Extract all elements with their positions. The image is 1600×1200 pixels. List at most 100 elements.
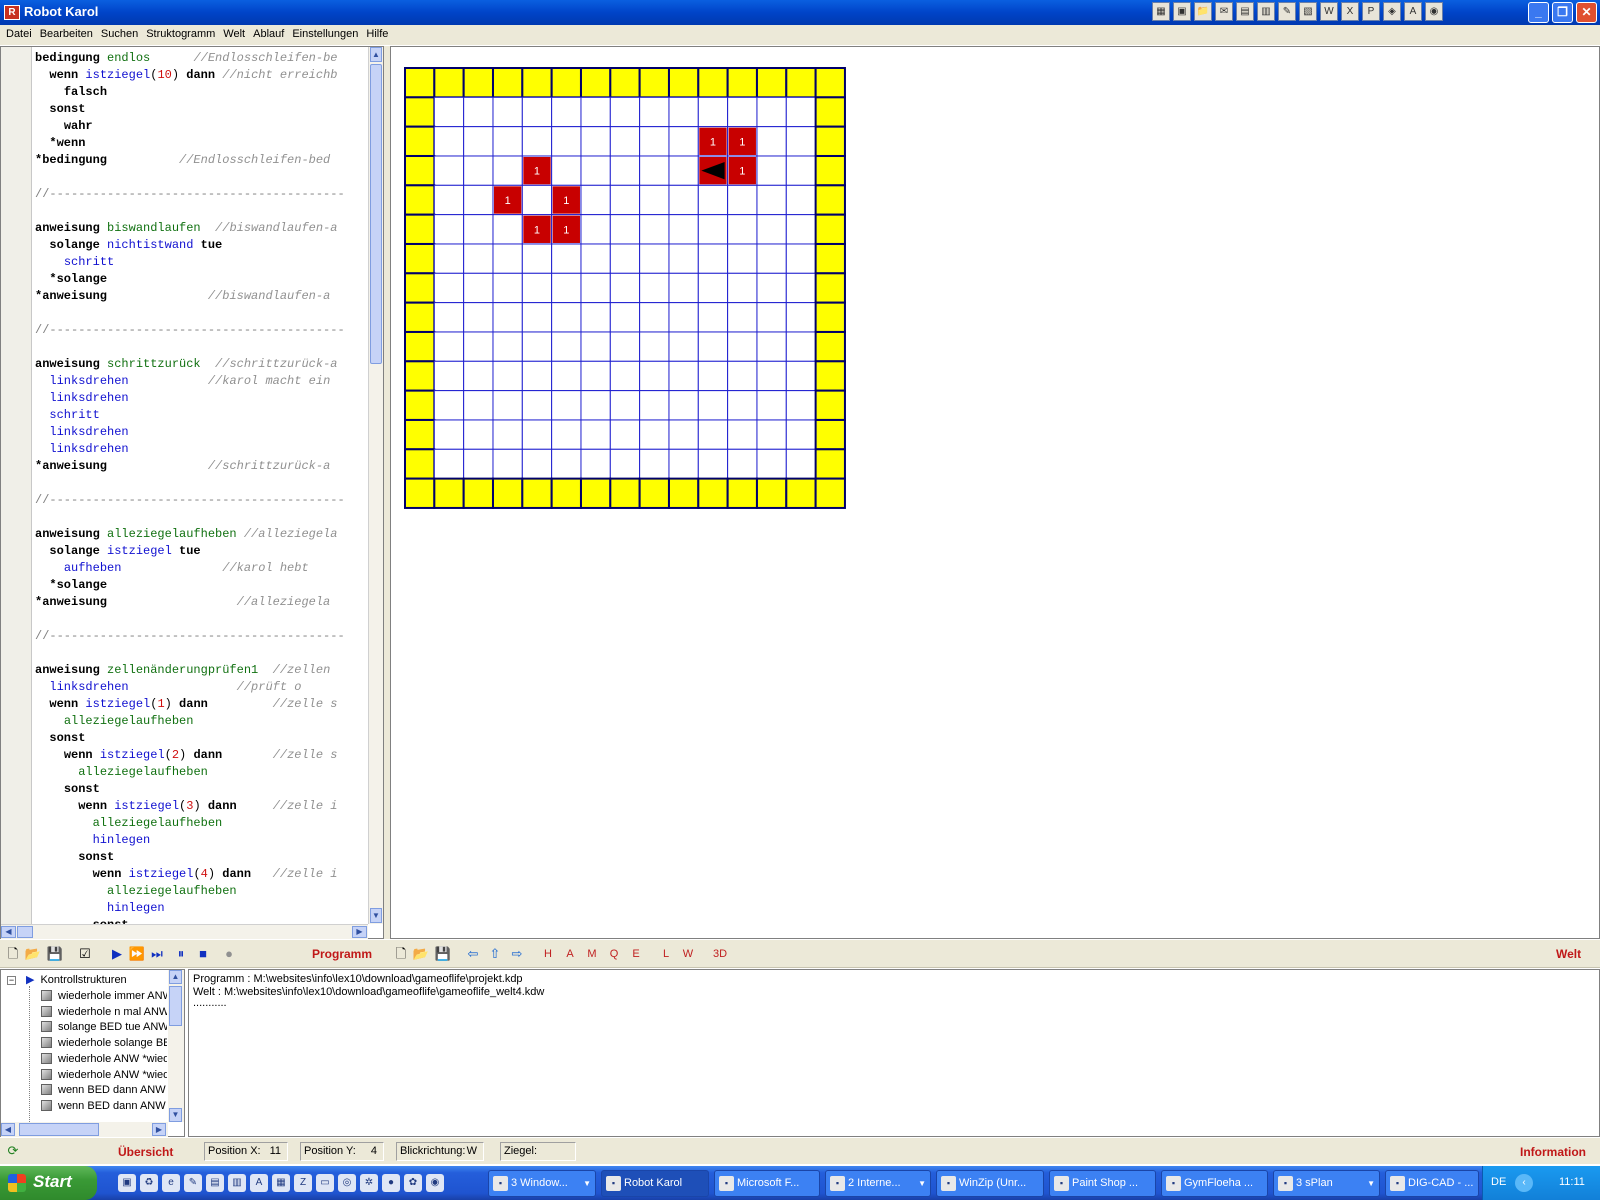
wall-cell[interactable] bbox=[697, 67, 729, 99]
wall-cell[interactable] bbox=[462, 477, 494, 509]
grid-cell[interactable] bbox=[785, 96, 817, 128]
grid-cell[interactable] bbox=[756, 184, 787, 216]
tree-horizontal-scrollbar[interactable]: ◀ ▶ bbox=[1, 1122, 168, 1137]
grid-cell[interactable] bbox=[492, 126, 523, 157]
grid-cell[interactable] bbox=[521, 272, 553, 304]
grid-cell[interactable] bbox=[697, 390, 729, 421]
word-icon[interactable]: W bbox=[1320, 2, 1338, 21]
code-line[interactable] bbox=[35, 645, 365, 662]
grid-cell[interactable] bbox=[463, 243, 494, 274]
tree-item[interactable]: wenn BED dann ANW bbox=[41, 1098, 167, 1114]
grid-cell[interactable] bbox=[580, 272, 611, 304]
grid-cell[interactable] bbox=[433, 96, 465, 128]
grid-cell[interactable] bbox=[639, 214, 670, 245]
fast-forward-icon[interactable]: ⏩ bbox=[128, 945, 146, 963]
powerpoint-icon[interactable]: P bbox=[1362, 2, 1380, 21]
pause-icon[interactable]: ⏸ bbox=[172, 945, 190, 963]
grid-cell[interactable] bbox=[463, 96, 494, 128]
grid-cell[interactable] bbox=[433, 272, 465, 304]
grid-cell[interactable] bbox=[639, 126, 670, 157]
grid-cell[interactable] bbox=[668, 390, 699, 421]
wall-cell[interactable] bbox=[462, 67, 494, 99]
grid-cell[interactable] bbox=[609, 184, 641, 216]
grid-cell[interactable] bbox=[463, 272, 494, 304]
wall-cell[interactable] bbox=[433, 67, 465, 99]
grid-cell[interactable] bbox=[580, 155, 611, 186]
grid-cell[interactable] bbox=[492, 419, 523, 450]
grid-cell[interactable] bbox=[492, 448, 523, 480]
code-line[interactable]: anweisung alleziegelaufheben //alleziege… bbox=[35, 526, 365, 543]
grid-cell[interactable] bbox=[609, 96, 641, 128]
grid-cell[interactable] bbox=[639, 96, 670, 128]
grid-cell[interactable] bbox=[727, 96, 758, 128]
code-line[interactable]: *solange bbox=[35, 577, 365, 594]
grid-cell[interactable] bbox=[580, 184, 611, 216]
task-button[interactable]: ▪ 2 Interne... ▼ bbox=[825, 1170, 931, 1197]
code-line[interactable]: anweisung zellenänderungprüfen1 //zellen bbox=[35, 662, 365, 679]
grid-cell[interactable] bbox=[580, 448, 611, 480]
grid-cell[interactable] bbox=[580, 214, 611, 245]
menu-bearbeiten[interactable]: Bearbeiten bbox=[36, 25, 97, 45]
stop-icon[interactable]: ● bbox=[382, 1174, 400, 1192]
wall-cell[interactable] bbox=[404, 154, 436, 187]
grid-cell[interactable] bbox=[785, 302, 817, 333]
close-button[interactable]: ✕ bbox=[1576, 2, 1597, 23]
grid-cell[interactable] bbox=[639, 302, 670, 333]
wall-cell[interactable] bbox=[404, 448, 436, 480]
grid-cell[interactable] bbox=[697, 214, 729, 245]
grid-cell[interactable] bbox=[756, 302, 787, 333]
code-line[interactable] bbox=[35, 475, 365, 492]
grid-cell[interactable] bbox=[668, 155, 699, 186]
info-panel[interactable]: Programm : M:\websites\info\lex10\downlo… bbox=[188, 969, 1600, 1137]
wall-cell[interactable] bbox=[404, 389, 436, 421]
grid-cell[interactable] bbox=[463, 360, 494, 392]
grid-cell[interactable] bbox=[785, 360, 817, 392]
wall-cell[interactable] bbox=[814, 448, 846, 480]
code-line[interactable]: *wenn bbox=[35, 135, 365, 152]
grid-cell[interactable] bbox=[785, 331, 817, 362]
tree-item[interactable]: wiederhole n mal ANW bbox=[41, 1004, 167, 1020]
scroll-thumb[interactable] bbox=[169, 986, 182, 1026]
tree-item[interactable]: wiederhole ANW *wied bbox=[41, 1067, 167, 1083]
grid-cell[interactable] bbox=[551, 448, 582, 480]
world-grid[interactable]: 1 1 1 1 1 1 1 1 bbox=[391, 47, 1599, 938]
tree-item[interactable]: solange BED tue ANW bbox=[41, 1019, 167, 1035]
grid-cell[interactable] bbox=[785, 419, 817, 450]
wall-cell[interactable] bbox=[521, 67, 553, 99]
grid-cell[interactable] bbox=[727, 184, 758, 216]
display-icon[interactable]: ▭ bbox=[316, 1174, 334, 1192]
play-icon[interactable]: ▶ bbox=[108, 945, 126, 963]
wall-cell[interactable] bbox=[814, 272, 846, 304]
task-button[interactable]: ▪ 3 sPlan ▼ bbox=[1273, 1170, 1380, 1197]
grid-cell[interactable] bbox=[756, 390, 787, 421]
code-line[interactable]: solange nichtistwand tue bbox=[35, 237, 365, 254]
grid-cell[interactable] bbox=[551, 272, 582, 304]
wall-cell[interactable] bbox=[404, 330, 436, 363]
code-line[interactable]: hinlegen bbox=[35, 900, 365, 917]
title-bar[interactable]: R Robot Karol ▦ ▣ 📁 ✉ ▤ ▥ ✎ ▧ W X P ◈ A ◉ _ ❐ ✕ bbox=[0, 0, 1600, 25]
step-forward-icon[interactable]: ⇧ bbox=[486, 945, 504, 963]
grid-cell[interactable] bbox=[785, 155, 817, 186]
turn-left-icon[interactable]: ⇦ bbox=[464, 945, 482, 963]
wall-cell[interactable] bbox=[814, 389, 846, 421]
grid-cell[interactable] bbox=[639, 390, 670, 421]
grid-cell[interactable] bbox=[551, 126, 582, 157]
code-line[interactable]: alleziegelaufheben bbox=[35, 764, 365, 781]
world-button-m[interactable]: M bbox=[584, 945, 600, 963]
grid-cell[interactable] bbox=[727, 390, 758, 421]
grid-cell[interactable] bbox=[492, 214, 523, 245]
grid-cell[interactable] bbox=[697, 272, 729, 304]
grid-cell[interactable] bbox=[756, 272, 787, 304]
grid-cell[interactable] bbox=[668, 360, 699, 392]
grid-cell[interactable] bbox=[727, 360, 758, 392]
code-line[interactable]: *anweisung //biswandlaufen-a bbox=[35, 288, 365, 305]
code-text[interactable]: bedingung endlos //Endlosschleifen-be we… bbox=[35, 50, 365, 924]
save-world-icon[interactable]: 💾 bbox=[434, 945, 452, 963]
wall-cell[interactable] bbox=[755, 477, 788, 509]
grid-cell[interactable] bbox=[697, 96, 729, 128]
grid-cell[interactable] bbox=[492, 360, 523, 392]
code-line[interactable]: linksdrehen bbox=[35, 390, 365, 407]
font-icon[interactable]: A bbox=[250, 1174, 268, 1192]
wall-cell[interactable] bbox=[579, 477, 612, 509]
grid-cell[interactable] bbox=[697, 331, 729, 362]
